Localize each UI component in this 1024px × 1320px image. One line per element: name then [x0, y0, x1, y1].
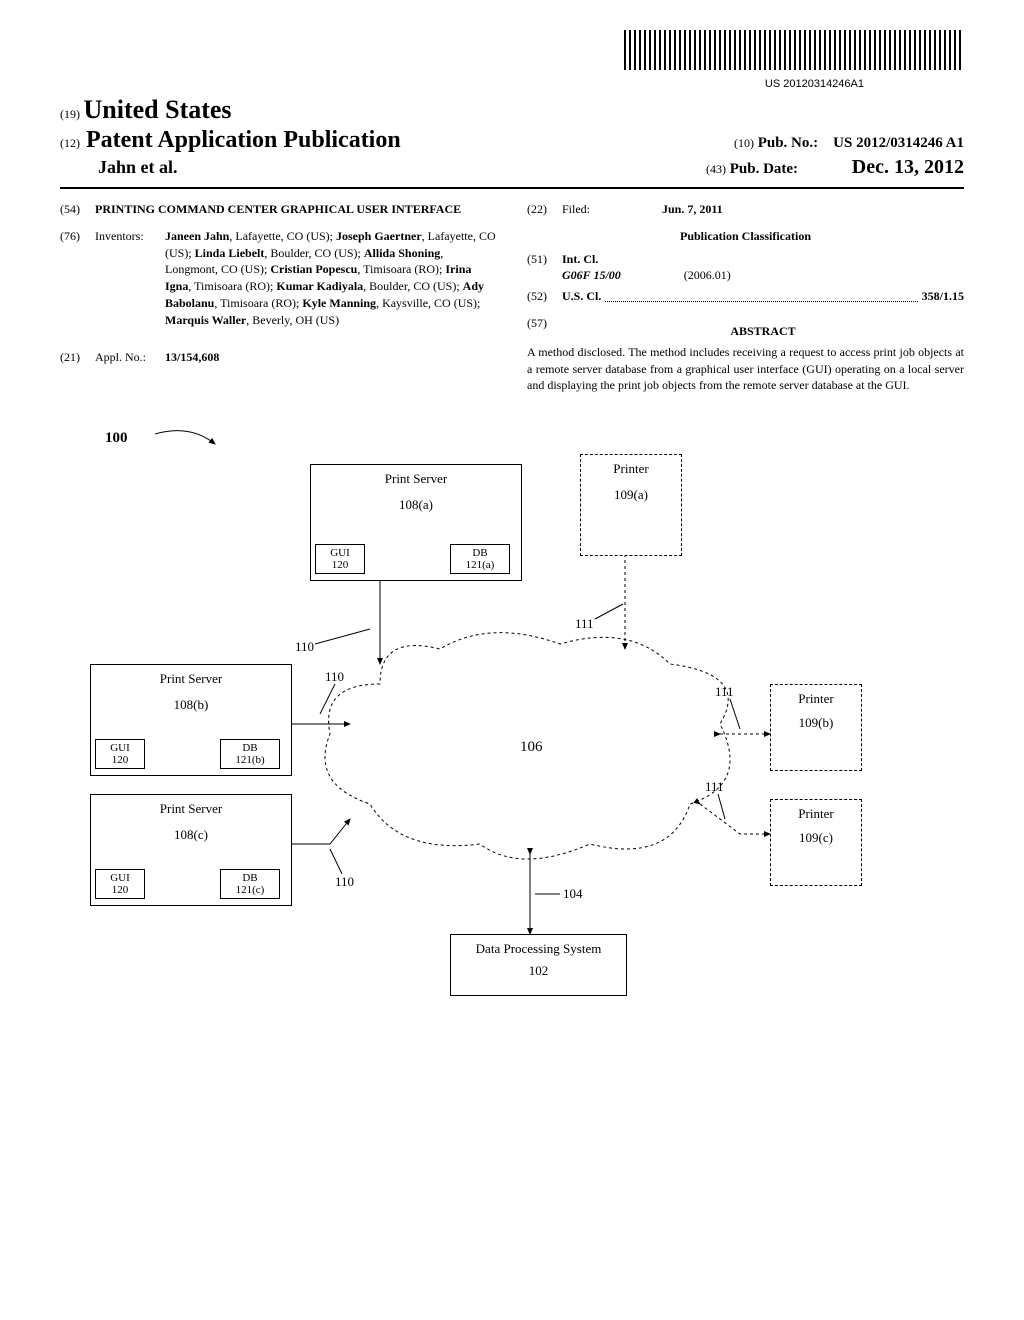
- barcode-graphic: [624, 30, 964, 70]
- uscl-value: 358/1.15: [922, 288, 964, 305]
- db-b-box: DB 121(b): [220, 739, 280, 769]
- pub-number-row: (10) Pub. No.: US 2012/0314246 A1: [734, 135, 964, 152]
- ref-110-low: 110: [335, 874, 354, 890]
- uscl-label: U.S. Cl.: [562, 288, 601, 305]
- gui-c-num: 120: [100, 884, 140, 896]
- db-c-label: DB: [225, 872, 275, 884]
- publication-type: Patent Application Publication: [86, 127, 401, 153]
- intcl-year: (2006.01): [684, 268, 731, 282]
- gui-a-label: GUI: [320, 547, 360, 559]
- uscl-dots: [605, 288, 917, 302]
- code-10: (10): [734, 136, 754, 150]
- pubdate-label: Pub. Date:: [730, 161, 798, 177]
- code-22: (22): [527, 201, 562, 218]
- filed-label: Filed:: [562, 201, 632, 218]
- abstract-heading: ABSTRACT: [562, 323, 964, 340]
- intcl-label: Int. Cl.: [562, 251, 964, 268]
- db-c-box: DB 121(c): [220, 869, 280, 899]
- printer-c-box: Printer 109(c): [770, 799, 862, 886]
- code-52: (52): [527, 288, 562, 305]
- db-a-box: DB 121(a): [450, 544, 510, 574]
- code-54: (54): [60, 201, 95, 218]
- dps-num: 102: [455, 963, 622, 979]
- intcl-code: G06F 15/00: [562, 268, 621, 282]
- db-a-label: DB: [455, 547, 505, 559]
- country-name: United States: [84, 95, 232, 124]
- db-c-num: 121(c): [225, 884, 275, 896]
- code-76: (76): [60, 228, 95, 329]
- authors-header: Jahn et al.: [60, 157, 178, 178]
- printer-b-box: Printer 109(b): [770, 684, 862, 771]
- gui-a-num: 120: [320, 559, 360, 571]
- country-line: (19) United States: [60, 95, 964, 125]
- dps-box: Data Processing System 102: [450, 934, 627, 996]
- printer-a-box: Printer 109(a): [580, 454, 682, 556]
- gui-c-box: GUI 120: [95, 869, 145, 899]
- inventors-list: Janeen Jahn, Lafayette, CO (US); Joseph …: [165, 228, 497, 329]
- applno-value: 13/154,608: [165, 349, 497, 366]
- pubno-label: Pub. No.:: [758, 135, 818, 151]
- db-a-num: 121(a): [455, 559, 505, 571]
- filed-date: Jun. 7, 2011: [632, 201, 964, 218]
- pubno-value: US 2012/0314246 A1: [833, 135, 964, 151]
- code-19: (19): [60, 107, 80, 121]
- db-b-label: DB: [225, 742, 275, 754]
- printer-c-num: 109(c): [775, 830, 857, 846]
- ref-110-top: 110: [295, 639, 314, 655]
- right-column: (22) Filed: Jun. 7, 2011 Publication Cla…: [527, 201, 964, 394]
- cloud-label: 106: [520, 739, 543, 756]
- ref-111-top: 111: [575, 616, 594, 632]
- gui-b-box: GUI 120: [95, 739, 145, 769]
- print-server-a-num: 108(a): [315, 497, 517, 513]
- applno-label: Appl. No.:: [95, 349, 165, 366]
- pubdate-value: Dec. 13, 2012: [852, 156, 964, 178]
- publication-type-row: (12) Patent Application Publication: [60, 127, 401, 154]
- print-server-c-label: Print Server: [95, 801, 287, 817]
- ref-104: 104: [563, 886, 583, 902]
- printer-b-num: 109(b): [775, 715, 857, 731]
- gui-a-box: GUI 120: [315, 544, 365, 574]
- ref-110-mid: 110: [325, 669, 344, 685]
- ref-100: 100: [105, 430, 128, 447]
- printer-a-label: Printer: [585, 461, 677, 477]
- print-server-a-label: Print Server: [315, 471, 517, 487]
- gui-b-label: GUI: [100, 742, 140, 754]
- print-server-b-num: 108(b): [95, 697, 287, 713]
- ref-111-low: 111: [705, 779, 724, 795]
- print-server-b-label: Print Server: [95, 671, 287, 687]
- printer-c-label: Printer: [775, 806, 857, 822]
- ref-111-mid: 111: [715, 684, 734, 700]
- abstract-text: A method disclosed. The method includes …: [527, 344, 964, 394]
- invention-title: PRINTING COMMAND CENTER GRAPHICAL USER I…: [95, 201, 497, 218]
- db-b-num: 121(b): [225, 754, 275, 766]
- inventors-label: Inventors:: [95, 228, 165, 329]
- code-51: (51): [527, 251, 562, 285]
- gui-b-num: 120: [100, 754, 140, 766]
- pub-date-row: (43) Pub. Date: Dec. 13, 2012: [706, 156, 964, 179]
- printer-a-num: 109(a): [585, 487, 677, 503]
- code-12: (12): [60, 136, 80, 150]
- left-column: (54) PRINTING COMMAND CENTER GRAPHICAL U…: [60, 201, 497, 394]
- code-57: (57): [527, 315, 562, 340]
- code-43: (43): [706, 162, 726, 176]
- code-21: (21): [60, 349, 95, 366]
- figure: 100 Print Server 108(a) GUI 120 DB 121(a…: [60, 424, 964, 1004]
- pub-classification-heading: Publication Classification: [527, 228, 964, 245]
- dps-label: Data Processing System: [455, 941, 622, 957]
- barcode-block: US 20120314246A1: [60, 30, 964, 90]
- printer-b-label: Printer: [775, 691, 857, 707]
- barcode-number: US 20120314246A1: [60, 78, 864, 90]
- print-server-c-num: 108(c): [95, 827, 287, 843]
- gui-c-label: GUI: [100, 872, 140, 884]
